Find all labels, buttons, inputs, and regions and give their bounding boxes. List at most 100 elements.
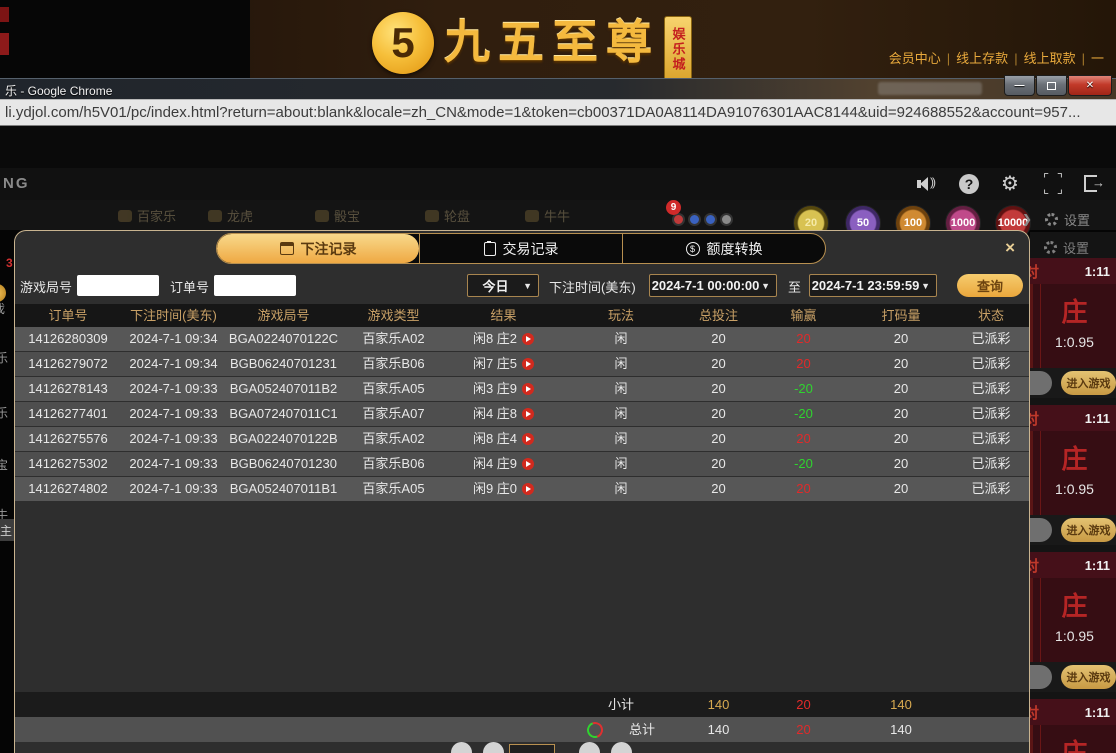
end-time-select[interactable]: 2024-7-1 23:59:59 ▼	[809, 274, 937, 297]
address-bar[interactable]: li.ydjol.com/h5V01/pc/index.html?return=…	[0, 99, 1116, 126]
side-settings-button[interactable]: 设置	[1044, 238, 1089, 257]
replay-icon[interactable]	[522, 333, 534, 345]
banker-label: 庄	[1033, 431, 1116, 476]
close-window-button[interactable]: ✕	[1068, 75, 1112, 96]
table-row[interactable]: 141262803092024-7-1 09:34BGA0224070122C百…	[15, 327, 1030, 351]
modal-tabbar: 下注记录 交易记录 $ 额度转换	[216, 233, 826, 264]
spacer	[121, 692, 226, 717]
bet-cell-header: 对1:11	[1030, 552, 1116, 578]
cell-win-loss: 20	[756, 477, 851, 501]
tab-bet-records[interactable]: 下注记录	[217, 234, 419, 263]
browser-titlebar[interactable]: 乐 - Google Chrome — ✕	[0, 78, 1116, 99]
volume-icon[interactable]: ))	[916, 173, 940, 195]
nav-item[interactable]: 百家乐	[118, 206, 176, 225]
banker-bet-area[interactable]: 庄1:0.95	[1030, 284, 1116, 368]
prev-page-button[interactable]	[483, 742, 504, 753]
exit-icon[interactable]: →	[1084, 173, 1108, 195]
minimize-button[interactable]: —	[1004, 75, 1035, 96]
game-bet-cell[interactable]: 对1:11庄1:0.95进入游戏	[1030, 258, 1116, 400]
game-bet-cell[interactable]: 对1:11庄1:0.95 进入游戏	[1030, 552, 1116, 694]
filter-row: 游戏局号 订单号 今日 ▼ 下注时间(美东) 2024-7-1 00:00:00…	[15, 271, 1030, 301]
search-button[interactable]: 查询	[957, 274, 1023, 297]
nav-item[interactable]: 牛牛	[525, 206, 570, 225]
replay-icon[interactable]	[522, 383, 534, 395]
replay-icon[interactable]	[522, 458, 534, 470]
table-row[interactable]: 141262781432024-7-1 09:33BGA052407011B2百…	[15, 377, 1030, 401]
tab-quota-transfer[interactable]: $ 额度转换	[622, 234, 825, 263]
order-no-input[interactable]	[214, 275, 296, 296]
tab-transaction-records[interactable]: 交易记录	[419, 234, 622, 263]
cell-total-bet: 20	[681, 352, 756, 376]
chip-icon	[1044, 241, 1057, 254]
enter-game-button[interactable]: 进入游戏	[1061, 371, 1116, 395]
chip-settings-button[interactable]: 设置	[1045, 210, 1090, 229]
cell-order-no: 14126275576	[15, 427, 121, 451]
nav-item[interactable]: 轮盘	[425, 206, 470, 225]
restore-button[interactable]	[1036, 75, 1067, 96]
enter-game-button[interactable]: 进入游戏	[1061, 665, 1116, 689]
column-header: 游戏局号	[226, 304, 341, 327]
left-edge-fragment: 戏	[0, 300, 5, 317]
column-header: 结果	[446, 304, 561, 327]
replay-icon[interactable]	[522, 408, 534, 420]
table-row[interactable]: 141262748022024-7-1 09:33BGA052407011B1百…	[15, 477, 1030, 501]
total-label: 总计	[561, 717, 681, 742]
mini-chip[interactable]	[688, 213, 701, 226]
spacer	[226, 717, 341, 742]
tie-odds: 1:11	[1085, 411, 1116, 426]
page-number-input[interactable]	[509, 744, 555, 753]
next-page-button[interactable]	[579, 742, 600, 753]
sound-waves: ))	[930, 175, 934, 189]
top-link[interactable]: 线上取款	[1024, 51, 1076, 66]
game-round-input[interactable]	[77, 275, 159, 296]
game-bet-cell[interactable]: 对1:11庄1:0.95进入游戏	[1030, 699, 1116, 753]
gear-icon[interactable]: ⚙	[998, 173, 1022, 195]
game-bet-cell[interactable]: 对1:11庄1:0.95进入游戏	[1030, 405, 1116, 547]
cell-game-type: 百家乐B06	[341, 452, 446, 476]
first-page-button[interactable]	[451, 742, 472, 753]
banker-bet-area[interactable]: 庄1:0.95	[1030, 725, 1116, 753]
cell-play: 闲	[561, 377, 681, 401]
spacer	[121, 717, 226, 742]
table-row[interactable]: 141262755762024-7-1 09:33BGA0224070122B百…	[15, 427, 1030, 451]
table-row[interactable]: 141262753022024-7-1 09:33BGB06240701230百…	[15, 452, 1030, 476]
banker-bet-area[interactable]: 庄1:0.95	[1030, 431, 1116, 515]
date-range-select[interactable]: 今日 ▼	[467, 274, 539, 297]
cell-order-no: 14126280309	[15, 327, 121, 351]
top-link[interactable]: 会员中心	[889, 51, 941, 66]
top-link[interactable]: 一	[1091, 51, 1104, 66]
chip-more-arrow[interactable]: ❯	[1022, 212, 1032, 226]
cell-bet-time: 2024-7-1 09:33	[121, 452, 226, 476]
last-page-button[interactable]	[611, 742, 632, 753]
nav-item-label: 骰宝	[334, 206, 360, 225]
mini-chip[interactable]	[704, 213, 717, 226]
logo-title: 九五至尊	[444, 10, 660, 74]
help-icon[interactable]: ?	[959, 174, 979, 194]
replay-icon[interactable]	[522, 483, 534, 495]
fullscreen-icon[interactable]: ⌜⌝⌞⌟	[1041, 173, 1065, 195]
nav-item[interactable]: 龙虎	[208, 206, 253, 225]
chevron-down-icon: ▼	[921, 281, 936, 291]
top-link[interactable]: 线上存款	[956, 51, 1008, 66]
secondary-button[interactable]	[1030, 371, 1052, 395]
replay-icon[interactable]	[522, 433, 534, 445]
refresh-icon[interactable]	[584, 719, 605, 740]
tie-label: 对	[1030, 702, 1085, 723]
banker-odds: 1:0.95	[1033, 334, 1116, 350]
secondary-button[interactable]	[1030, 518, 1052, 542]
banker-bet-area[interactable]: 庄1:0.95	[1030, 578, 1116, 662]
table-row[interactable]: 141262774012024-7-1 09:33BGA072407011C1百…	[15, 402, 1030, 426]
mini-chip[interactable]	[720, 213, 733, 226]
secondary-button[interactable]	[1030, 665, 1052, 689]
tab-label: 交易记录	[503, 239, 559, 259]
result-text: 闲9 庄0	[473, 477, 517, 501]
start-time-select[interactable]: 2024-7-1 00:00:00 ▼	[649, 274, 777, 297]
table-row[interactable]: 141262790722024-7-1 09:34BGB06240701231百…	[15, 352, 1030, 376]
cell-win-loss: 20	[756, 427, 851, 451]
nav-item[interactable]: 骰宝	[315, 206, 360, 225]
enter-game-button[interactable]: 进入游戏	[1061, 518, 1116, 542]
cell-result: 闲7 庄5	[446, 352, 561, 376]
replay-icon[interactable]	[522, 358, 534, 370]
close-icon[interactable]: ×	[1005, 239, 1015, 256]
top-link-separator: |	[1082, 51, 1085, 66]
